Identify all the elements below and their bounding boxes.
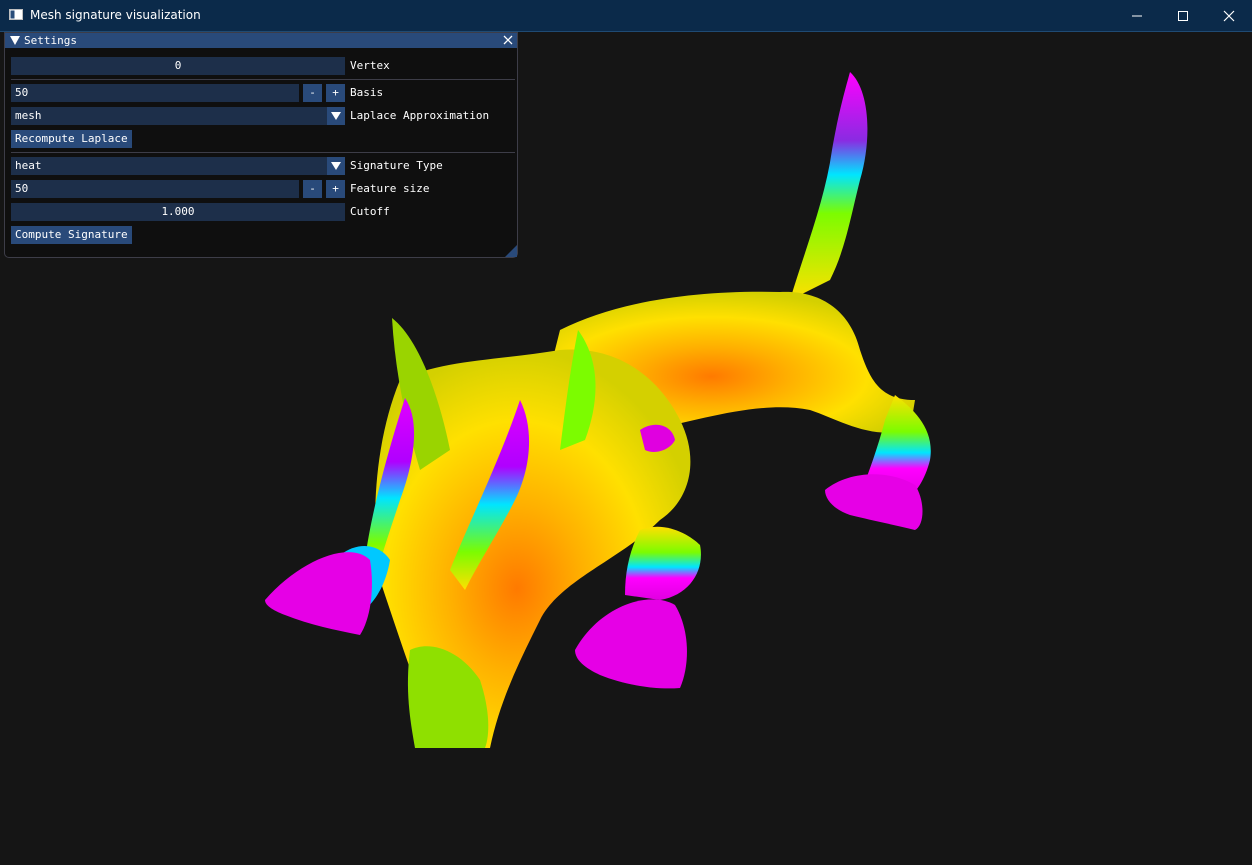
- feature-size-increment-button[interactable]: +: [326, 180, 345, 198]
- compute-signature-button[interactable]: Compute Signature: [11, 226, 132, 244]
- close-icon[interactable]: [502, 34, 514, 46]
- laplace-approximation-label: Laplace Approximation: [350, 109, 490, 122]
- cutoff-slider[interactable]: 1.000: [11, 203, 345, 221]
- feature-size-decrement-button[interactable]: -: [303, 180, 322, 198]
- vertex-input[interactable]: 0: [11, 57, 345, 75]
- resize-grip-icon[interactable]: [505, 245, 517, 257]
- laplace-dropdown-button[interactable]: [327, 107, 345, 125]
- separator: [11, 152, 515, 153]
- laplace-approximation-select[interactable]: mesh: [11, 107, 327, 125]
- separator: [11, 79, 515, 80]
- basis-increment-button[interactable]: +: [326, 84, 345, 102]
- settings-panel-header[interactable]: Settings: [5, 33, 517, 48]
- basis-label: Basis: [350, 86, 384, 99]
- recompute-laplace-button[interactable]: Recompute Laplace: [11, 130, 132, 148]
- settings-panel[interactable]: Settings 0 Vertex 50 - + Basis mesh Lapl…: [4, 32, 518, 258]
- cutoff-label: Cutoff: [350, 205, 390, 218]
- settings-panel-title: Settings: [24, 34, 77, 47]
- vertex-label: Vertex: [350, 59, 390, 72]
- feature-size-label: Feature size: [350, 182, 430, 195]
- feature-size-input[interactable]: 50: [11, 180, 299, 198]
- chevron-down-icon: [331, 112, 341, 120]
- signature-type-label: Signature Type: [350, 159, 443, 172]
- chevron-down-icon: [331, 162, 341, 170]
- collapse-arrow-icon[interactable]: [10, 36, 20, 45]
- signature-type-dropdown-button[interactable]: [327, 157, 345, 175]
- basis-input[interactable]: 50: [11, 84, 299, 102]
- signature-type-select[interactable]: heat: [11, 157, 327, 175]
- basis-decrement-button[interactable]: -: [303, 84, 322, 102]
